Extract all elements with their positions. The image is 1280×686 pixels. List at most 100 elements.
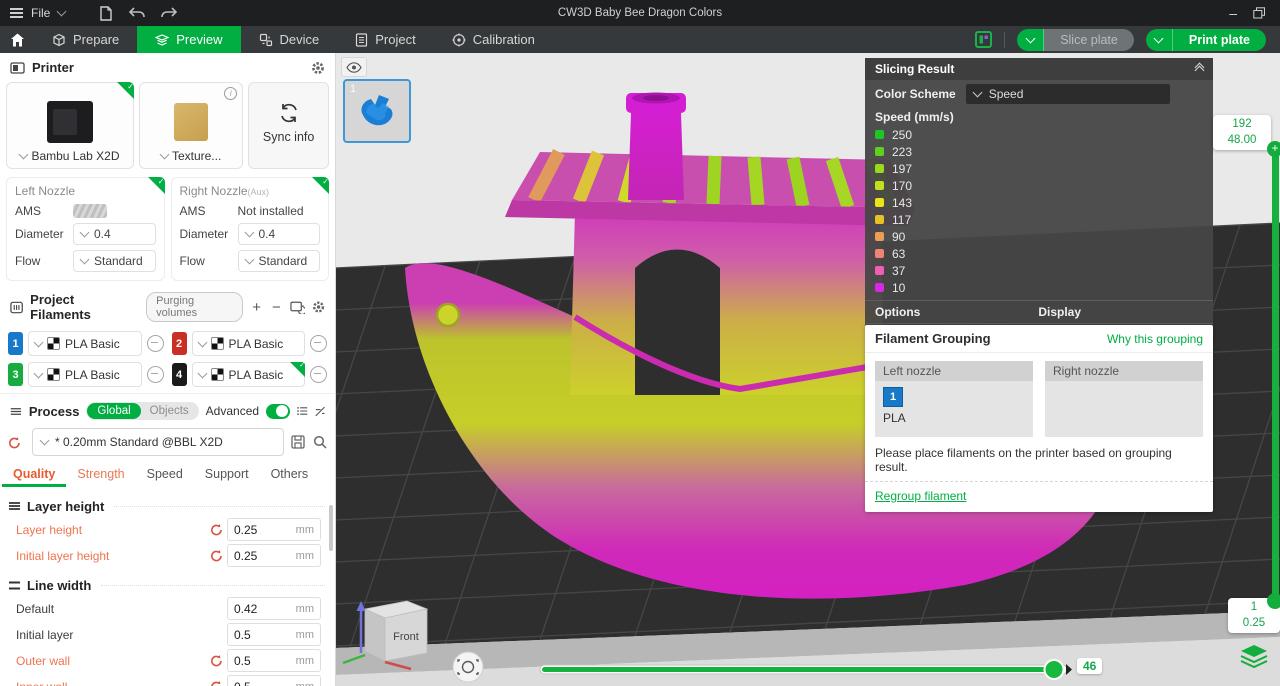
- redo-icon[interactable]: [161, 7, 177, 20]
- color-scheme-select[interactable]: Speed: [966, 84, 1170, 104]
- filament-grouping-panel: Filament Grouping Why this grouping Left…: [865, 325, 1213, 512]
- slicing-result-header[interactable]: Slicing Result: [865, 58, 1213, 80]
- outer-wall-line-width-input[interactable]: 0.5mm: [227, 649, 321, 672]
- slice-plate-button[interactable]: Slice plate: [1017, 29, 1134, 51]
- process-preset-select[interactable]: * 0.20mm Standard @BBL X2D: [32, 428, 284, 456]
- left-flow-select[interactable]: Standard: [73, 250, 156, 272]
- tab-project[interactable]: Project: [337, 26, 433, 53]
- filament-select-3[interactable]: PLA Basic: [28, 362, 142, 387]
- tab-quality[interactable]: Quality: [2, 464, 66, 487]
- remove-filament-4-icon[interactable]: [310, 366, 327, 383]
- filament-type-icon: [47, 368, 60, 381]
- sync-filament-icon[interactable]: [290, 300, 305, 314]
- layer-height-input[interactable]: 0.25mm: [227, 518, 321, 541]
- customize-icon[interactable]: [315, 405, 325, 418]
- options-header-row: Options Display: [865, 300, 1213, 323]
- vertical-layer-slider[interactable]: [1272, 148, 1279, 601]
- printer-select-chevron-icon[interactable]: [19, 150, 29, 160]
- printer-settings-gear-icon[interactable]: [311, 61, 325, 75]
- minimize-button[interactable]: –: [1229, 8, 1237, 18]
- preview-eye-toggle[interactable]: [341, 57, 367, 77]
- left-nozzle-card: Left Nozzle AMS Diameter 0.4 Flow Standa…: [6, 177, 165, 281]
- parameter-list-icon[interactable]: [297, 405, 308, 417]
- hamburger-menu-icon[interactable]: [10, 6, 23, 20]
- plate-settings-icon[interactable]: [975, 31, 992, 48]
- filament-number-badge[interactable]: 4: [172, 363, 187, 386]
- scope-objects[interactable]: Objects: [141, 403, 198, 419]
- initial-layer-line-width-input[interactable]: 0.5mm: [227, 623, 321, 646]
- filament-number-badge[interactable]: 3: [8, 363, 23, 386]
- save-preset-icon[interactable]: [291, 435, 306, 449]
- advanced-toggle[interactable]: [266, 404, 290, 419]
- default-line-width-input[interactable]: 0.42mm: [227, 597, 321, 620]
- filament-type-icon: [47, 337, 60, 350]
- remove-filament-3-icon[interactable]: [147, 366, 164, 383]
- why-this-grouping-link[interactable]: Why this grouping: [1107, 332, 1203, 346]
- printer-card[interactable]: Bambu Lab X2D: [6, 82, 134, 169]
- inner-wall-line-width-input[interactable]: 0.5mm: [227, 675, 321, 686]
- tab-calibration[interactable]: Calibration: [434, 26, 553, 53]
- filament-number-badge[interactable]: 2: [172, 332, 187, 355]
- sync-info-button[interactable]: Sync info: [248, 82, 329, 169]
- reset-value-icon[interactable]: [210, 523, 223, 536]
- modified-check-icon: [117, 82, 134, 99]
- legend-item: 197: [865, 160, 1213, 177]
- reset-value-icon[interactable]: [210, 549, 223, 562]
- regroup-filament-link[interactable]: Regroup filament: [875, 489, 966, 503]
- tab-preview[interactable]: Preview: [137, 26, 240, 53]
- plate-thumbnail[interactable]: 1: [343, 79, 411, 143]
- reset-preset-icon[interactable]: [8, 436, 21, 449]
- orient-gizmo-button[interactable]: [453, 652, 483, 682]
- vertical-slider-bottom-handle[interactable]: [1267, 593, 1280, 609]
- remove-filament-button[interactable]: −: [270, 300, 283, 315]
- grouped-filament-badge[interactable]: 1: [883, 387, 903, 407]
- file-menu-chevron-icon[interactable]: [57, 7, 67, 17]
- undo-icon[interactable]: [129, 7, 145, 20]
- tab-support[interactable]: Support: [194, 464, 260, 487]
- remove-filament-2-icon[interactable]: [310, 335, 327, 352]
- tab-speed[interactable]: Speed: [136, 464, 194, 487]
- process-scope-toggle[interactable]: Global Objects: [86, 402, 198, 420]
- right-flow-select[interactable]: Standard: [238, 250, 321, 272]
- save-file-icon[interactable]: [99, 6, 113, 21]
- ams-status-icon[interactable]: [73, 204, 107, 218]
- reset-value-icon[interactable]: [210, 680, 223, 686]
- scope-global[interactable]: Global: [87, 403, 140, 419]
- file-menu[interactable]: File: [31, 6, 50, 20]
- tab-prepare[interactable]: Prepare: [34, 26, 137, 53]
- search-icon[interactable]: [313, 435, 327, 449]
- cube-front-label: Front: [393, 631, 419, 643]
- slider-handle[interactable]: [1045, 660, 1064, 679]
- legend-item: 63: [865, 245, 1213, 262]
- purging-volumes-button[interactable]: Purging volumes: [146, 292, 243, 322]
- remove-filament-1-icon[interactable]: [147, 335, 164, 352]
- filament-select-2[interactable]: PLA Basic: [192, 331, 306, 356]
- filaments-section-header: Project Filaments Purging volumes + −: [0, 285, 335, 327]
- home-button[interactable]: [0, 26, 34, 53]
- tab-device[interactable]: Device: [241, 26, 338, 53]
- add-filament-button[interactable]: +: [250, 300, 263, 315]
- modified-check-icon: [312, 177, 329, 194]
- plate-info-icon[interactable]: i: [224, 87, 237, 100]
- vertical-slider-plus-handle[interactable]: +: [1267, 141, 1280, 157]
- left-diameter-select[interactable]: 0.4: [73, 223, 156, 245]
- settings-side-panel: Printer Bambu Lab X2D i Texture... Sync …: [0, 53, 336, 686]
- reset-value-icon[interactable]: [210, 654, 223, 667]
- tab-strength[interactable]: Strength: [66, 464, 135, 487]
- restore-window-button[interactable]: [1253, 7, 1266, 19]
- filament-number-badge[interactable]: 1: [8, 332, 23, 355]
- viewport-3d[interactable]: PEI PLATE: [335, 53, 1280, 686]
- collapse-panel-icon[interactable]: [1196, 66, 1203, 72]
- filament-select-4[interactable]: PLA Basic: [192, 362, 306, 387]
- tab-others[interactable]: Others: [260, 464, 320, 487]
- right-diameter-select[interactable]: 0.4: [238, 223, 321, 245]
- filament-select-1[interactable]: PLA Basic: [28, 331, 142, 356]
- initial-layer-height-input[interactable]: 0.25mm: [227, 544, 321, 567]
- slice-options-chevron-icon[interactable]: [1017, 29, 1044, 51]
- filament-settings-gear-icon[interactable]: [312, 300, 325, 314]
- plate-select-chevron-icon[interactable]: [159, 150, 169, 160]
- print-plate-button[interactable]: Print plate: [1146, 29, 1266, 51]
- print-options-chevron-icon[interactable]: [1146, 29, 1173, 51]
- panel-scrollbar[interactable]: [329, 505, 333, 551]
- plate-type-card[interactable]: i Texture...: [139, 82, 243, 169]
